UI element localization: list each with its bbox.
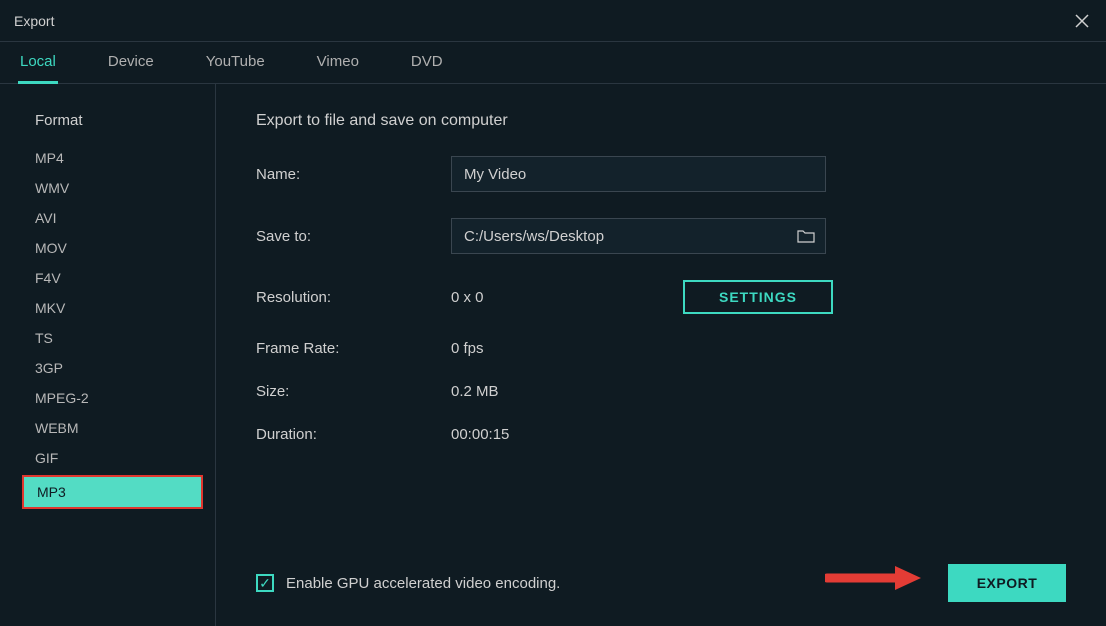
gpu-checkbox-wrap: ✓ Enable GPU accelerated video encoding. [256,574,560,592]
panel-title: Export to file and save on computer [256,112,1066,130]
saveto-path: C:/Users/ws/Desktop [464,228,604,245]
framerate-label: Frame Rate: [256,340,451,357]
gpu-checkbox[interactable]: ✓ [256,574,274,592]
format-item-avi[interactable]: AVI [0,203,215,233]
format-item-gif[interactable]: GIF [0,443,215,473]
duration-value: 00:00:15 [451,426,509,443]
size-value: 0.2 MB [451,383,499,400]
main-area: Format MP4 WMV AVI MOV F4V MKV TS 3GP MP… [0,84,1106,626]
name-label: Name: [256,166,451,183]
settings-button[interactable]: SETTINGS [683,280,833,314]
close-button[interactable] [1072,11,1092,31]
tabs-bar: Local Device YouTube Vimeo DVD [0,42,1106,84]
tab-dvd[interactable]: DVD [409,42,445,84]
framerate-row: Frame Rate: 0 fps [256,340,1066,357]
name-row: Name: [256,156,1066,192]
window-title: Export [14,13,54,29]
format-item-f4v[interactable]: F4V [0,263,215,293]
format-item-webm[interactable]: WEBM [0,413,215,443]
format-item-ts[interactable]: TS [0,323,215,353]
export-panel: Export to file and save on computer Name… [216,84,1106,626]
format-header: Format [0,112,215,143]
saveto-label: Save to: [256,228,451,245]
size-row: Size: 0.2 MB [256,383,1066,400]
framerate-value: 0 fps [451,340,484,357]
tab-device[interactable]: Device [106,42,156,84]
name-input[interactable] [451,156,826,192]
resolution-row: Resolution: 0 x 0 SETTINGS [256,280,1066,314]
check-icon: ✓ [259,576,271,590]
gpu-label: Enable GPU accelerated video encoding. [286,575,560,592]
format-item-mp3[interactable]: MP3 [22,475,203,509]
tab-vimeo[interactable]: Vimeo [315,42,361,84]
format-item-wmv[interactable]: WMV [0,173,215,203]
format-item-mkv[interactable]: MKV [0,293,215,323]
footer-bar: ✓ Enable GPU accelerated video encoding.… [256,564,1066,602]
folder-icon[interactable] [797,228,815,244]
tab-youtube[interactable]: YouTube [204,42,267,84]
format-item-mp4[interactable]: MP4 [0,143,215,173]
format-item-3gp[interactable]: 3GP [0,353,215,383]
duration-label: Duration: [256,426,451,443]
resolution-label: Resolution: [256,289,451,306]
export-button[interactable]: EXPORT [948,564,1066,602]
format-item-mpeg2[interactable]: MPEG-2 [0,383,215,413]
format-item-mov[interactable]: MOV [0,233,215,263]
saveto-field[interactable]: C:/Users/ws/Desktop [451,218,826,254]
tab-local[interactable]: Local [18,42,58,84]
duration-row: Duration: 00:00:15 [256,426,1066,443]
format-sidebar: Format MP4 WMV AVI MOV F4V MKV TS 3GP MP… [0,84,216,626]
close-icon [1075,14,1089,28]
titlebar: Export [0,0,1106,42]
size-label: Size: [256,383,451,400]
resolution-value: 0 x 0 [451,289,683,306]
saveto-row: Save to: C:/Users/ws/Desktop [256,218,1066,254]
